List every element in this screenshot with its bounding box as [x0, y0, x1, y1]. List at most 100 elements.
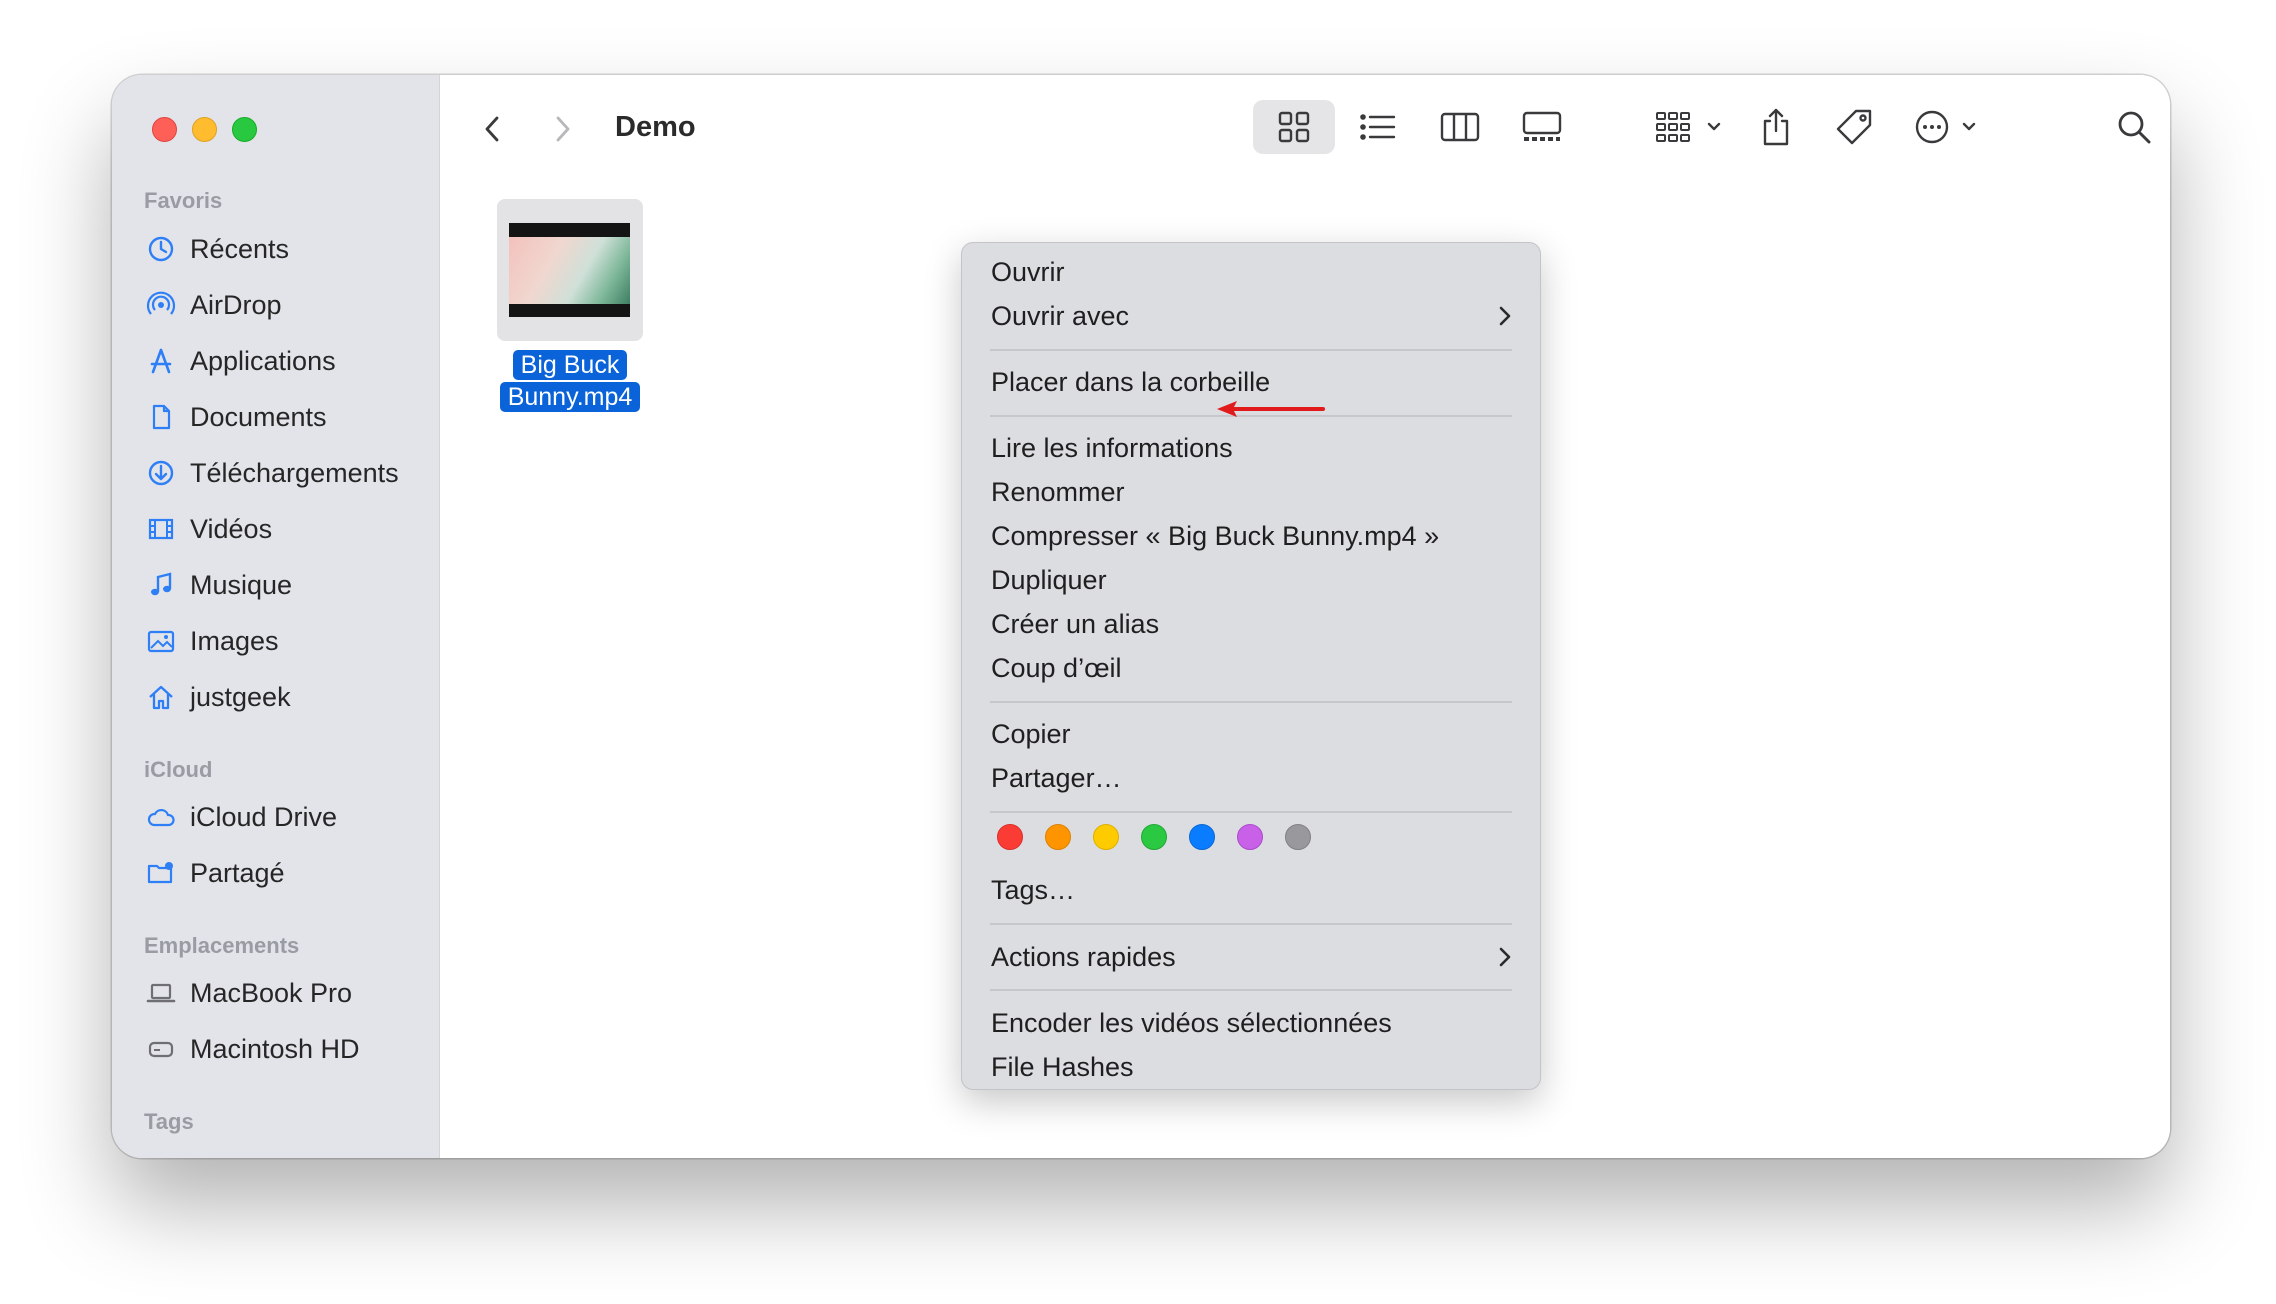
- file-thumbnail[interactable]: [497, 199, 643, 341]
- sidebar-item-label: AirDrop: [190, 289, 282, 320]
- tag-yellow-dot[interactable]: [1093, 824, 1119, 850]
- search-icon: [2118, 111, 2151, 144]
- column-view-button[interactable]: [1427, 100, 1493, 154]
- chevron-right-icon: [1499, 947, 1511, 967]
- menu-item-quick-actions[interactable]: Actions rapides: [991, 937, 1176, 977]
- close-window-button[interactable]: [152, 117, 177, 142]
- tags-button[interactable]: [1827, 100, 1881, 154]
- sidebar-item-documents[interactable]: Documents: [146, 393, 327, 441]
- menu-separator: [990, 811, 1512, 813]
- file-name-label[interactable]: Big Buck Bunny.mp4: [497, 349, 643, 413]
- sidebar-item-label: Musique: [190, 569, 293, 600]
- back-button[interactable]: [477, 109, 507, 149]
- sidebar-item-icloud-drive[interactable]: iCloud Drive: [146, 793, 337, 841]
- window-title: Demo: [615, 111, 696, 143]
- airdrop-icon: [146, 290, 176, 320]
- share-button[interactable]: [1749, 100, 1803, 154]
- sidebar-item-label: Images: [190, 625, 279, 656]
- music-icon: [146, 570, 176, 600]
- sidebar-item-applications[interactable]: Applications: [146, 337, 336, 385]
- menu-item-compress[interactable]: Compresser « Big Buck Bunny.mp4 »: [991, 516, 1439, 556]
- sidebar-item-recents[interactable]: Récents: [146, 225, 289, 273]
- sidebar-item-label: justgeek: [190, 681, 291, 712]
- menu-item-file-hashes[interactable]: File Hashes: [991, 1047, 1134, 1087]
- zoom-window-button[interactable]: [232, 117, 257, 142]
- home-icon: [146, 682, 176, 712]
- sidebar-item-airdrop[interactable]: AirDrop: [146, 281, 282, 329]
- sidebar-item-label: Vidéos: [190, 513, 273, 544]
- grid-view-icon: [1278, 111, 1310, 143]
- sidebar-item-videos[interactable]: Vidéos: [146, 505, 272, 553]
- applications-icon: [146, 346, 176, 376]
- menu-item-open[interactable]: Ouvrir: [991, 252, 1065, 292]
- menu-item-rename[interactable]: Renommer: [991, 472, 1125, 512]
- menu-item-duplicate[interactable]: Dupliquer: [991, 560, 1107, 600]
- sidebar-item-label: MacBook Pro: [190, 977, 353, 1008]
- icon-view-button[interactable]: [1253, 100, 1335, 154]
- sidebar-item-shared[interactable]: Partagé: [146, 849, 285, 897]
- minimize-window-button[interactable]: [192, 117, 217, 142]
- sidebar-item-label: Partagé: [190, 857, 285, 888]
- tag-green-dot[interactable]: [1141, 824, 1167, 850]
- sidebar-item-music[interactable]: Musique: [146, 561, 292, 609]
- sidebar-item-macintosh-hd[interactable]: Macintosh HD: [146, 1025, 360, 1073]
- menu-separator: [990, 989, 1512, 991]
- sidebar-item-label: Documents: [190, 401, 327, 432]
- search-button[interactable]: [2107, 100, 2161, 154]
- download-icon: [146, 458, 176, 488]
- tag-purple-dot[interactable]: [1237, 824, 1263, 850]
- sidebar-item-label: Récents: [190, 233, 290, 264]
- menu-item-copy[interactable]: Copier: [991, 714, 1071, 754]
- sidebar-heading-tags: Tags: [144, 1109, 194, 1134]
- sidebar-item-label: iCloud Drive: [190, 801, 338, 832]
- shared-folder-icon: [146, 858, 176, 888]
- gallery-view-icon: [1522, 111, 1562, 141]
- column-view-icon: [1440, 112, 1480, 142]
- sidebar-heading-locations: Emplacements: [144, 933, 300, 958]
- sidebar-item-home[interactable]: justgeek: [146, 673, 291, 721]
- finder-window: Favoris Récents AirDrop Applications Doc…: [112, 75, 2170, 1158]
- ellipsis-circle-icon: [1915, 110, 1976, 144]
- menu-item-move-to-trash[interactable]: Placer dans la corbeille: [991, 362, 1270, 402]
- menu-item-tags[interactable]: Tags…: [991, 870, 1075, 910]
- tag-gray-dot[interactable]: [1285, 824, 1311, 850]
- sidebar-heading-favorites: Favoris: [144, 188, 223, 213]
- list-view-icon: [1360, 114, 1396, 140]
- cloud-icon: [146, 802, 176, 832]
- forward-button[interactable]: [548, 109, 578, 149]
- menu-separator: [990, 923, 1512, 925]
- chevron-right-icon: [1499, 306, 1511, 326]
- red-arrow-annotation-icon: [1217, 401, 1325, 417]
- video-thumbnail-image: [509, 223, 630, 317]
- menu-item-open-with[interactable]: Ouvrir avec: [991, 296, 1129, 336]
- chevron-right-icon: [556, 116, 570, 142]
- sidebar-item-images[interactable]: Images: [146, 617, 279, 665]
- gallery-view-button[interactable]: [1509, 100, 1575, 154]
- share-icon: [1763, 108, 1789, 146]
- clock-icon: [146, 234, 176, 264]
- group-grid-icon: [1656, 112, 1721, 142]
- sidebar-item-macbook-pro[interactable]: MacBook Pro: [146, 969, 352, 1017]
- photo-icon: [146, 626, 176, 656]
- finder-content: Demo Big Buck Bunny.mp4 Ouvrir Ouvrir av…: [441, 75, 2170, 1158]
- group-by-button[interactable]: [1651, 100, 1731, 154]
- menu-item-quick-look[interactable]: Coup d’œil: [991, 648, 1122, 688]
- tag-blue-dot[interactable]: [1189, 824, 1215, 850]
- menu-item-make-alias[interactable]: Créer un alias: [991, 604, 1159, 644]
- action-menu-button[interactable]: [1909, 100, 1999, 154]
- sidebar-item-label: Macintosh HD: [190, 1033, 360, 1064]
- document-icon: [146, 402, 176, 432]
- sidebar: Favoris Récents AirDrop Applications Doc…: [112, 75, 440, 1158]
- list-view-button[interactable]: [1345, 100, 1411, 154]
- sidebar-item-downloads[interactable]: Téléchargements: [146, 449, 399, 497]
- tag-icon: [1836, 109, 1872, 145]
- sidebar-item-label: Téléchargements: [190, 457, 399, 488]
- tag-orange-dot[interactable]: [1045, 824, 1071, 850]
- tag-red-dot[interactable]: [997, 824, 1023, 850]
- menu-item-share[interactable]: Partager…: [991, 758, 1122, 798]
- menu-separator: [990, 701, 1512, 703]
- menu-item-encode-videos[interactable]: Encoder les vidéos sélectionnées: [991, 1003, 1392, 1043]
- chevron-left-icon: [485, 116, 499, 142]
- menu-item-get-info[interactable]: Lire les informations: [991, 428, 1233, 468]
- laptop-icon: [146, 978, 176, 1008]
